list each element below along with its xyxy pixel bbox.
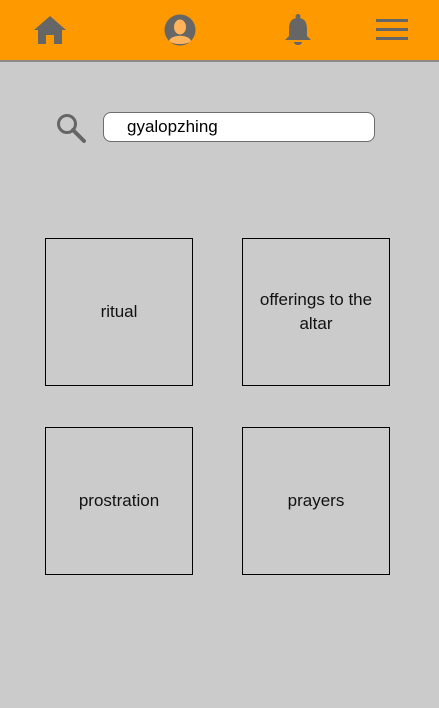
top-nav-bar bbox=[0, 0, 439, 62]
home-icon[interactable] bbox=[33, 12, 67, 48]
profile-icon[interactable] bbox=[163, 12, 197, 48]
tile-ritual[interactable]: ritual bbox=[45, 238, 193, 386]
tile-label: prostration bbox=[78, 491, 160, 510]
search-input[interactable] bbox=[103, 112, 375, 142]
tile-label: ritual bbox=[100, 302, 138, 321]
tile-prostration[interactable]: prostration bbox=[45, 427, 193, 575]
tile-prayers[interactable]: prayers bbox=[242, 427, 390, 575]
tile-label: offerings to the altar bbox=[259, 290, 373, 333]
notification-bell-icon[interactable] bbox=[281, 12, 315, 48]
tile-offerings-to-the-altar[interactable]: offerings to the altar bbox=[242, 238, 390, 386]
tile-label: prayers bbox=[287, 491, 345, 510]
search-icon[interactable] bbox=[55, 112, 87, 144]
menu-icon[interactable] bbox=[375, 12, 409, 48]
